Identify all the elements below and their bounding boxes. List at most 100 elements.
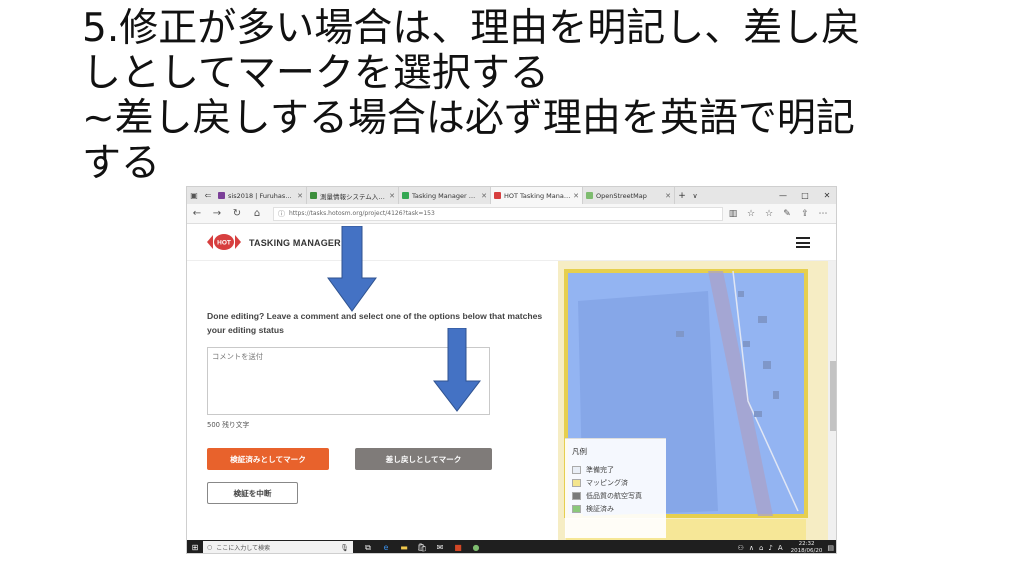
maximize-icon[interactable]: □ [794, 191, 816, 200]
tab-close-icon[interactable]: ✕ [571, 192, 579, 200]
tab-label: OpenStreetMap [596, 191, 647, 200]
legend-label: 準備完了 [586, 465, 614, 474]
tab-bar: ▣ ⇐ sis2018 | Furuhashi Lab Slac ✕ 測量情報シ… [187, 187, 836, 204]
browser-tab[interactable]: sis2018 | Furuhashi Lab Slac ✕ [215, 187, 307, 204]
tab-favicon-icon [402, 192, 409, 199]
forward-arrow-icon[interactable]: → [207, 208, 227, 219]
tab-close-icon[interactable]: ✕ [387, 192, 395, 200]
browser-tab[interactable]: OpenStreetMap ✕ [583, 187, 675, 204]
mail-icon[interactable]: ✉ [431, 543, 449, 553]
tab-favicon-icon [586, 192, 593, 199]
taskbar-search[interactable]: ○ ここに入力して検索 🎙 [203, 541, 353, 553]
slide-title-line-4: する [82, 141, 161, 186]
app-icon[interactable]: ● [467, 543, 485, 553]
legend-item: マッピング済 [572, 476, 660, 489]
ime-indicator[interactable]: A [778, 544, 783, 552]
powerpoint-icon[interactable]: ■ [449, 543, 467, 553]
home-icon[interactable]: ⌂ [247, 208, 267, 219]
windows-taskbar: ⊞ ○ ここに入力して検索 🎙 ⧉ e ▬ 🛍 ✉ ■ ● ⚇ ∧ ⌂ ♪ A [187, 540, 836, 554]
legend-label: 検証済み [586, 504, 614, 513]
url-text: https://tasks.hotosm.org/project/4126?ta… [289, 210, 435, 217]
slide-title: 5.修正が多い場合は、理由を明記し、差し戻 しとしてマークを選択する ~差し戻し… [82, 6, 942, 186]
validation-prompt: Done editing? Leave a comment and select… [207, 311, 543, 335]
people-icon[interactable]: ⚇ [738, 544, 744, 552]
taskbar-apps: ⧉ e ▬ 🛍 ✉ ■ ● [359, 543, 485, 553]
legend-label: マッピング済 [586, 478, 628, 487]
pen-icon[interactable]: ✎ [778, 209, 796, 219]
browser-tab-active[interactable]: HOT Tasking Manager ✕ [491, 187, 583, 204]
tab-close-icon[interactable]: ✕ [295, 192, 303, 200]
stop-validating-button[interactable]: 検証を中断 [207, 482, 298, 504]
chars-remaining: 500 残り文字 [207, 421, 250, 429]
page-scrollbar[interactable] [828, 261, 836, 540]
back-arrow-icon[interactable]: ← [187, 208, 207, 219]
legend-item: 準備完了 [572, 463, 660, 476]
tab-label: sis2018 | Furuhashi Lab Slac [228, 191, 295, 200]
notification-icon[interactable]: ▤ [827, 544, 834, 552]
legend-swatch [572, 478, 581, 487]
taskbar-clock[interactable]: 22:32 2018/06/20 [790, 541, 823, 554]
slide-title-line-1: 5.修正が多い場合は、理由を明記し、差し戻 [82, 6, 861, 51]
info-icon[interactable]: ⓘ [278, 209, 285, 219]
tab-close-icon[interactable]: ✕ [663, 192, 671, 200]
browser-tab[interactable]: 測量情報システム入門 2018 ✕ [307, 187, 399, 204]
legend-label: 低品質の航空写真 [586, 491, 642, 500]
tab-preview-icon[interactable]: ▣ [187, 187, 201, 204]
address-bar[interactable]: ⓘ https://tasks.hotosm.org/project/4126?… [273, 206, 723, 221]
edge-browser-icon[interactable]: e [377, 543, 395, 553]
slide-title-line-2: しとしてマークを選択する [82, 51, 549, 96]
star-icon[interactable]: ☆ [742, 209, 760, 219]
annotation-arrow-down-icon [327, 226, 377, 312]
microphone-icon[interactable]: 🎙 [340, 544, 349, 552]
browser-tab[interactable]: Tasking Manager Validation ✕ [399, 187, 491, 204]
browser-toolbar-right: ▥ ☆ ☆ ✎ ⇪ ⋯ [724, 209, 832, 219]
hot-logo-icon[interactable]: HOT [207, 232, 241, 252]
chevron-up-icon[interactable]: ∧ [749, 544, 754, 552]
tab-label: Tasking Manager Validation [412, 191, 479, 200]
network-icon[interactable]: ⌂ [759, 544, 763, 552]
logo-text: HOT [217, 240, 231, 247]
volume-icon[interactable]: ♪ [768, 544, 772, 552]
navigation-bar: ← → ↻ ⌂ ⓘ https://tasks.hotosm.org/proje… [187, 204, 836, 224]
refresh-icon[interactable]: ↻ [227, 208, 247, 219]
legend-swatch [572, 504, 581, 513]
slide-title-line-3: ~差し戻しする場合は必ず理由を英語で明記 [82, 96, 855, 141]
close-icon[interactable]: ✕ [816, 191, 836, 200]
favorites-hub-icon[interactable]: ☆ [760, 209, 778, 219]
browser-screenshot: ▣ ⇐ sis2018 | Furuhashi Lab Slac ✕ 測量情報シ… [186, 186, 837, 554]
annotation-arrow-down-icon [433, 328, 481, 412]
slide: 5.修正が多い場合は、理由を明記し、差し戻 しとしてマークを選択する ~差し戻し… [0, 0, 1024, 576]
mark-validated-button[interactable]: 検証済みとしてマーク [207, 448, 329, 470]
tab-close-icon[interactable]: ✕ [479, 192, 487, 200]
tab-favicon-icon [494, 192, 501, 199]
tab-label: HOT Tasking Manager [504, 191, 572, 200]
windows-start-icon[interactable]: ⊞ [187, 543, 203, 552]
taskbar-search-placeholder: ここに入力して検索 [216, 545, 271, 552]
legend-swatch [572, 491, 581, 500]
clock-date: 2018/06/20 [790, 547, 823, 554]
task-view-icon[interactable]: ⧉ [359, 543, 377, 553]
scrollbar-thumb[interactable] [830, 361, 836, 431]
hamburger-menu-icon[interactable] [796, 237, 810, 248]
window-controls: — □ ✕ [772, 191, 836, 200]
map-legend: 凡例 準備完了 マッピング済 低品質の航空写真 検証済み [565, 438, 666, 538]
legend-title: 凡例 [572, 447, 587, 456]
legend-swatch [572, 465, 581, 474]
minimize-icon[interactable]: — [772, 191, 794, 200]
new-tab-icon[interactable]: + [675, 191, 689, 201]
file-explorer-icon[interactable]: ▬ [395, 543, 413, 553]
tab-label: 測量情報システム入門 2018 [320, 192, 387, 201]
share-icon[interactable]: ⇪ [796, 209, 814, 219]
more-icon[interactable]: ⋯ [814, 209, 832, 219]
store-icon[interactable]: 🛍 [413, 543, 431, 553]
legend-item: 低品質の航空写真 [572, 489, 660, 502]
reading-view-icon[interactable]: ▥ [724, 209, 742, 219]
chevron-down-icon[interactable]: ∨ [689, 192, 701, 200]
tab-favicon-icon [218, 192, 225, 199]
site-header: HOT TASKING MANAGER [187, 224, 836, 261]
system-tray: ⚇ ∧ ⌂ ♪ A 22:32 2018/06/20 ▤ [733, 541, 834, 554]
tab-favicon-icon [310, 192, 317, 199]
tab-set-aside-icon[interactable]: ⇐ [201, 187, 215, 204]
legend-item: 検証済み [572, 502, 660, 515]
mark-invalidated-button[interactable]: 差し戻しとしてマーク [355, 448, 492, 470]
